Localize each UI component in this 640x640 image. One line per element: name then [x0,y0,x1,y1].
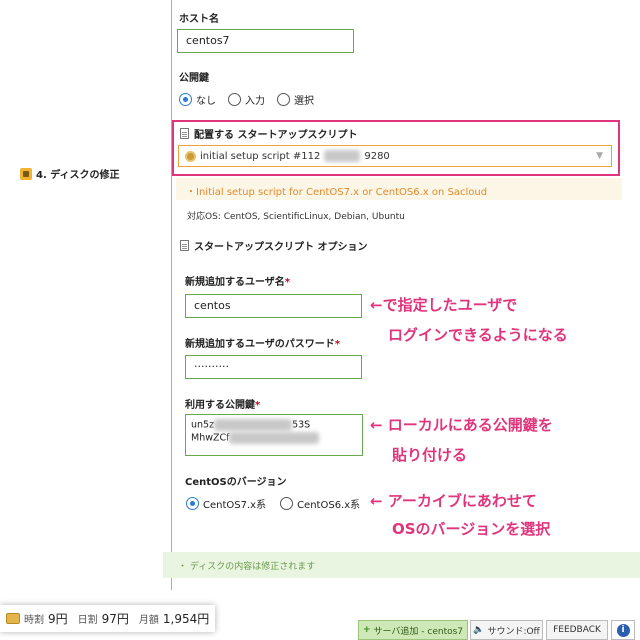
pubkey-radio-input-label[interactable]: 入力 [245,92,265,107]
required-mark: * [334,339,341,350]
annotation-key-line1: ← ローカルにある公開鍵を [370,416,553,434]
document-icon [180,128,189,139]
startup-script-label: 配置する スタートアップスクリプト [194,130,358,141]
compat-os: 対応OS: CentOS, ScientificLinux, Debian, U… [187,212,405,222]
new-password-label: 新規追加するユーザのパスワード* [185,335,340,350]
options-doc-icon [180,240,189,251]
hourly-value: 9円 [48,612,68,626]
centos7-radio-label[interactable]: CentOS7.x系 [203,496,266,511]
redacted-blur [214,419,293,431]
chevron-down-icon: ▼ [596,151,603,161]
hourly-label: 時割 [24,615,44,626]
pubkey-radio-select-label[interactable]: 選択 [294,92,314,107]
pk-line1-prefix: un5z [191,419,215,431]
public-key-label-text: 利用する公開鍵 [185,400,255,411]
script-select-suffix: 9280 [364,150,390,162]
step-rail [171,0,172,590]
step-icon [20,167,32,180]
coin-icon [6,613,20,624]
startup-script-select[interactable]: initial setup script #112 9280 ▼ [178,145,612,167]
centos-version-radio-group: CentOS7.x系 CentOS6.x系 [186,496,360,511]
annotation-version-line2: OSのバージョンを選択 [392,520,551,538]
public-key-label: 利用する公開鍵* [185,396,260,411]
pubkey-radio-group: なし 入力 選択 [179,92,314,107]
monthly-value: 1,954円 [162,612,210,626]
add-server-label: サーバ追加 - centos7 [373,626,464,637]
pubkey-radio-input[interactable] [228,93,241,106]
monthly-label: 月額 [138,615,159,626]
pubkey-label: 公開鍵 [179,73,209,84]
disk-notice: ・ ディスクの内容は修正されます [163,552,640,578]
annotation-user-line1: ←で指定したユーザで [370,296,518,314]
new-user-input[interactable]: centos [185,294,362,318]
startup-script-heading: 配置する スタートアップスクリプト [180,126,357,141]
add-server-button[interactable]: + サーバ追加 - centos7 [358,620,468,640]
hostname-label: ホスト名 [179,14,219,25]
sound-label: サウンド:Off [487,626,540,637]
script-gear-icon [185,150,196,162]
centos-version-label: CentOSのバージョン [185,477,287,488]
centos6-radio-label[interactable]: CentOS6.x系 [297,496,360,511]
script-select-prefix: initial setup script #112 [200,150,321,162]
daily-label: 日割 [77,615,98,626]
info-button[interactable]: i [611,620,635,640]
plus-icon: + [362,625,371,635]
annotation-user-line2: ログインできるようになる [388,326,568,344]
new-user-label-text: 新規追加するユーザ名 [185,277,285,288]
redacted-blur [324,150,361,162]
info-icon: i [616,623,630,637]
new-password-label-text: 新規追加するユーザのパスワード [185,339,335,350]
centos6-radio[interactable] [280,497,294,510]
feedback-button[interactable]: FEEDBACK [546,620,608,640]
daily-value: 97円 [101,612,129,626]
sound-toggle-button[interactable]: 🔈 サウンド:Off [470,620,543,640]
step-label: 4. ディスクの修正 [20,166,120,181]
redacted-blur [229,431,320,444]
annotation-version-line1: ← アーカイブにあわせて [370,492,537,510]
pk-line1-suffix: 53S [292,419,311,431]
script-info: ・Initial setup script for CentOS7.x or C… [176,178,622,200]
options-title: スタートアップスクリプト オプション [194,242,368,253]
new-user-label: 新規追加するユーザ名* [185,273,290,288]
hostname-input[interactable]: centos7 [177,29,354,53]
pubkey-radio-none[interactable] [179,93,192,106]
options-heading: スタートアップスクリプト オプション [180,238,367,253]
speaker-icon: 🔈 [473,625,485,635]
centos7-radio[interactable] [186,497,199,510]
required-mark: * [255,400,261,411]
new-password-input[interactable]: ·········· [185,355,362,379]
price-bar: 時割 9円 日割 97円 月額 1,954円 [0,605,215,632]
public-key-textarea[interactable]: un5z 53S MhwZCf [185,414,363,456]
required-mark: * [284,277,291,288]
annotation-key-line2: 貼り付ける [392,446,468,464]
step-label-text: 4. ディスクの修正 [36,170,120,181]
pk-line2-prefix: MhwZCf [191,432,230,443]
pubkey-radio-select[interactable] [277,93,290,106]
pubkey-radio-none-label[interactable]: なし [196,92,216,107]
